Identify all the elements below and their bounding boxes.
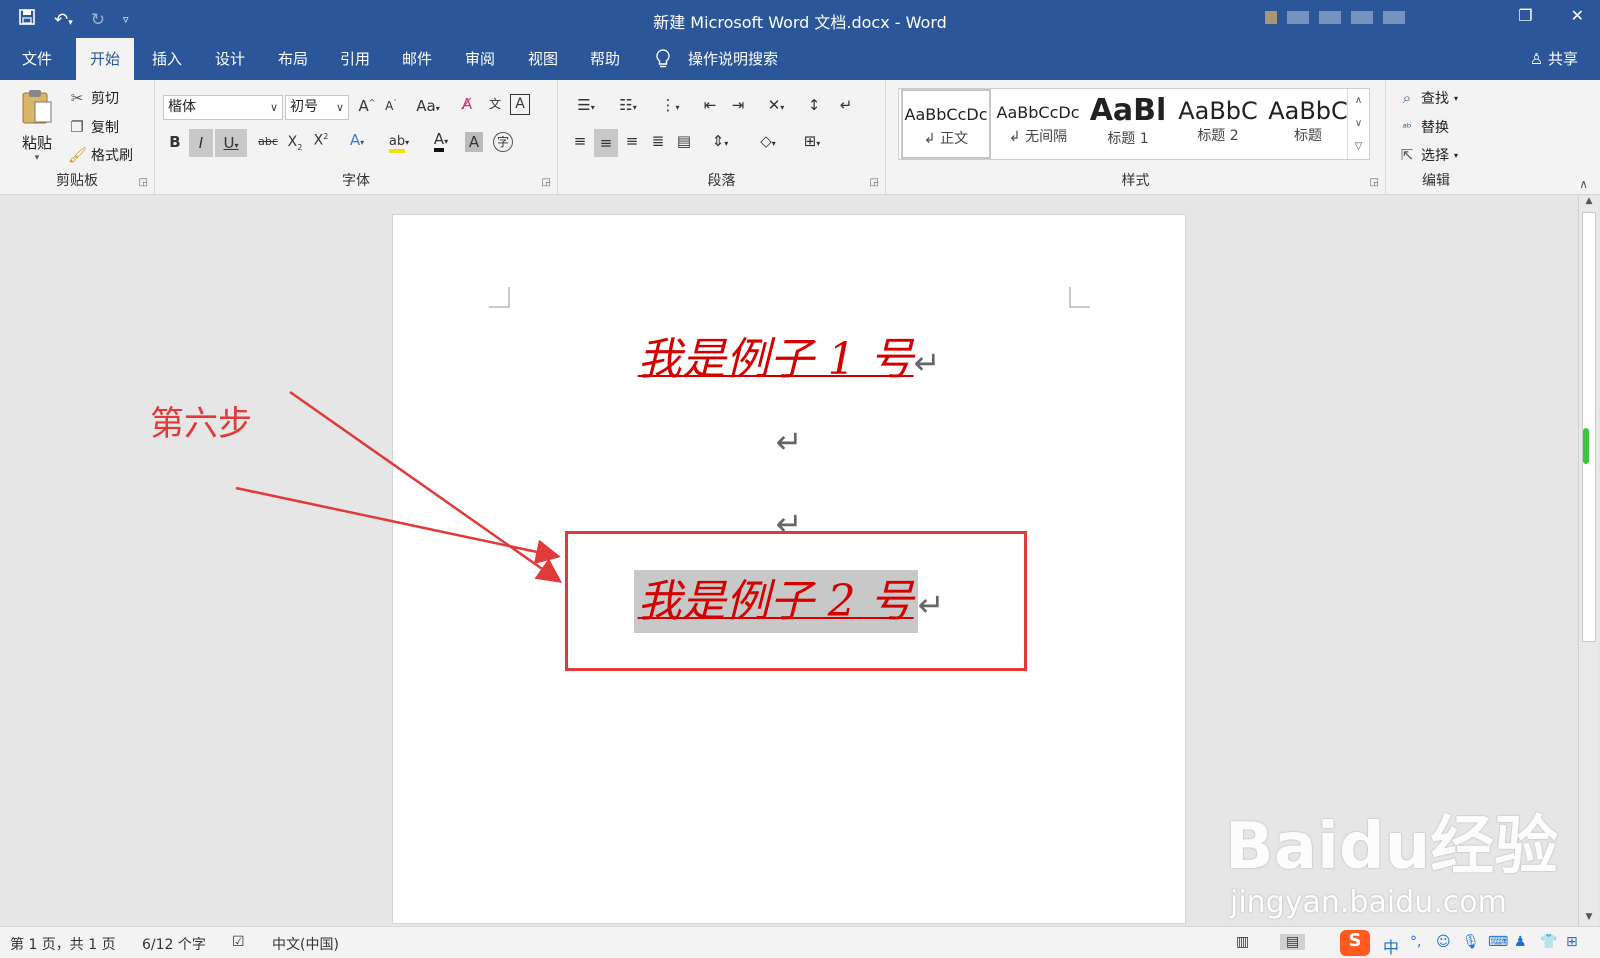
word-count[interactable]: 6/12 个字: [142, 934, 206, 954]
read-mode-icon[interactable]: ▥: [1236, 934, 1249, 950]
status-bar: 第 1 页，共 1 页 6/12 个字 ☑ 中文(中国) ▥ ▤ S 中 °, …: [0, 926, 1600, 958]
keyboard-icon[interactable]: ⌨: [1488, 934, 1508, 950]
user-icon[interactable]: ♟: [1514, 934, 1527, 950]
scroll-up-icon[interactable]: ▲: [1579, 196, 1599, 210]
baidu-watermark-url: jingyan.baidu.com: [1230, 885, 1507, 920]
print-layout-icon[interactable]: ▤: [1280, 934, 1306, 950]
toolbox-icon[interactable]: ⊞: [1566, 934, 1578, 950]
ime-mode-indicator[interactable]: 中: [1383, 934, 1399, 958]
scroll-down-icon[interactable]: ▼: [1579, 912, 1599, 926]
page-count[interactable]: 第 1 页，共 1 页: [10, 934, 116, 954]
skin-icon[interactable]: 👕: [1540, 934, 1557, 950]
sogou-ime-icon[interactable]: S: [1340, 930, 1370, 956]
annotation-arrow: [235, 486, 561, 565]
annotation-arrow: [289, 390, 563, 583]
proofing-icon[interactable]: ☑: [232, 934, 245, 950]
scroll-marker: [1583, 428, 1589, 464]
punctuation-icon[interactable]: °,: [1410, 934, 1421, 950]
baidu-watermark: Baidu经验: [1225, 810, 1559, 884]
emoji-icon[interactable]: ☺: [1436, 934, 1451, 950]
microphone-icon[interactable]: 🎙: [1462, 934, 1480, 950]
scroll-thumb[interactable]: [1582, 212, 1596, 642]
vertical-scrollbar[interactable]: ▲ ▼: [1578, 196, 1598, 926]
language-indicator[interactable]: 中文(中国): [272, 934, 339, 954]
